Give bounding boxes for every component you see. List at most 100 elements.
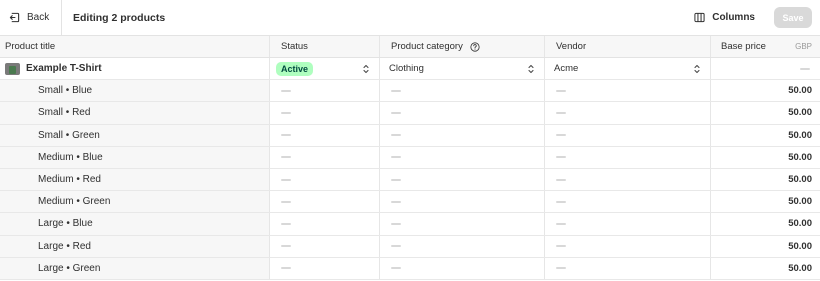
empty-placeholder bbox=[281, 178, 291, 181]
category-cell bbox=[380, 124, 545, 146]
column-header-title[interactable]: Product title bbox=[0, 36, 270, 57]
category-cell bbox=[380, 80, 545, 102]
variant-row: Small • Blue 50.00 bbox=[0, 80, 820, 103]
product-row: Example T-Shirt Active Clothing Acme bbox=[0, 58, 820, 81]
price-value: 50.00 bbox=[788, 85, 812, 97]
columns-label: Columns bbox=[712, 12, 755, 23]
variant-title: Large • Green bbox=[0, 257, 270, 279]
save-button[interactable]: Save bbox=[774, 7, 812, 28]
empty-placeholder bbox=[556, 134, 566, 137]
vendor-cell bbox=[545, 80, 711, 102]
status-cell bbox=[270, 213, 380, 235]
empty-placeholder bbox=[281, 156, 291, 159]
variant-title: Medium • Green bbox=[0, 191, 270, 213]
price-cell[interactable]: 50.00 bbox=[711, 125, 820, 146]
product-thumbnail bbox=[5, 62, 20, 75]
empty-placeholder bbox=[556, 156, 566, 159]
status-cell bbox=[270, 257, 380, 279]
price-cell[interactable]: 50.00 bbox=[711, 147, 820, 168]
vendor-cell bbox=[545, 235, 711, 257]
category-cell bbox=[380, 168, 545, 191]
vendor-cell bbox=[545, 191, 711, 213]
empty-placeholder bbox=[556, 200, 566, 203]
price-cell[interactable]: 50.00 bbox=[711, 236, 820, 257]
bulk-edit-grid: Product title Status Product category Ve… bbox=[0, 36, 820, 280]
column-header-vendor[interactable]: Vendor bbox=[545, 36, 711, 57]
status-select[interactable]: Active bbox=[270, 58, 380, 80]
empty-placeholder bbox=[556, 245, 566, 248]
columns-button[interactable]: Columns bbox=[694, 12, 755, 23]
price-cell[interactable]: 50.00 bbox=[711, 102, 820, 123]
page-title: Editing 2 products bbox=[73, 11, 166, 24]
empty-placeholder bbox=[556, 267, 566, 270]
product-title-cell[interactable]: Example T-Shirt bbox=[0, 58, 270, 80]
empty-placeholder bbox=[800, 67, 810, 70]
vendor-cell bbox=[545, 168, 711, 191]
price-value: 50.00 bbox=[788, 262, 812, 274]
price-value: 50.00 bbox=[788, 151, 812, 163]
price-value: 50.00 bbox=[788, 107, 812, 119]
select-chevron-icon bbox=[528, 64, 534, 73]
column-header-category[interactable]: Product category bbox=[380, 36, 545, 57]
column-header-price-label: Base price bbox=[721, 41, 766, 52]
vendor-cell bbox=[545, 124, 711, 146]
variant-title: Large • Red bbox=[0, 235, 270, 257]
vendor-select[interactable]: Acme bbox=[545, 58, 711, 80]
vendor-cell bbox=[545, 213, 711, 235]
variant-title: Small • Green bbox=[0, 124, 270, 146]
status-cell bbox=[270, 102, 380, 124]
columns-icon bbox=[694, 12, 705, 23]
column-header-category-label: Product category bbox=[391, 41, 463, 52]
empty-placeholder bbox=[391, 134, 401, 137]
category-cell bbox=[380, 213, 545, 235]
top-bar: Back Editing 2 products Columns Save bbox=[0, 0, 820, 36]
category-cell bbox=[380, 235, 545, 257]
price-cell[interactable]: 50.00 bbox=[711, 191, 820, 212]
price-cell[interactable]: 50.00 bbox=[711, 169, 820, 190]
status-cell bbox=[270, 235, 380, 257]
empty-placeholder bbox=[281, 89, 291, 92]
status-cell bbox=[270, 191, 380, 213]
category-cell bbox=[380, 191, 545, 213]
variant-row: Small • Red 50.00 bbox=[0, 102, 820, 125]
empty-placeholder bbox=[391, 111, 401, 114]
price-cell[interactable] bbox=[711, 58, 820, 79]
product-title: Example T-Shirt bbox=[26, 63, 102, 75]
empty-placeholder bbox=[556, 111, 566, 114]
price-value: 50.00 bbox=[788, 196, 812, 208]
empty-placeholder bbox=[281, 134, 291, 137]
column-header-price[interactable]: Base price GBP bbox=[711, 36, 820, 57]
price-value: 50.00 bbox=[788, 129, 812, 141]
variant-row: Large • Red 50.00 bbox=[0, 235, 820, 258]
empty-placeholder bbox=[281, 245, 291, 248]
variant-title: Small • Red bbox=[0, 102, 270, 124]
category-select[interactable]: Clothing bbox=[380, 58, 545, 80]
empty-placeholder bbox=[391, 89, 401, 92]
status-cell bbox=[270, 124, 380, 146]
price-value: 50.00 bbox=[788, 240, 812, 252]
status-cell bbox=[270, 168, 380, 191]
variant-row: Medium • Green 50.00 bbox=[0, 191, 820, 214]
vendor-cell bbox=[545, 146, 711, 168]
help-icon[interactable] bbox=[470, 41, 480, 52]
table-body: Example T-Shirt Active Clothing Acme Sma… bbox=[0, 58, 820, 280]
header-row: Product title Status Product category Ve… bbox=[0, 36, 820, 58]
price-cell[interactable]: 50.00 bbox=[711, 80, 820, 101]
price-value: 50.00 bbox=[788, 174, 812, 186]
variant-row: Small • Green 50.00 bbox=[0, 124, 820, 147]
variant-title: Large • Blue bbox=[0, 213, 270, 235]
empty-placeholder bbox=[281, 267, 291, 270]
price-cell[interactable]: 50.00 bbox=[711, 258, 820, 279]
empty-placeholder bbox=[281, 222, 291, 225]
exit-icon bbox=[9, 12, 20, 23]
variant-title: Small • Blue bbox=[0, 80, 270, 102]
price-cell[interactable]: 50.00 bbox=[711, 213, 820, 234]
vendor-cell bbox=[545, 102, 711, 124]
select-chevron-icon bbox=[694, 64, 700, 73]
empty-placeholder bbox=[391, 222, 401, 225]
back-button[interactable]: Back bbox=[0, 0, 62, 36]
category-cell bbox=[380, 257, 545, 279]
column-header-status[interactable]: Status bbox=[270, 36, 380, 57]
vendor-value: Acme bbox=[554, 63, 579, 75]
back-label: Back bbox=[27, 12, 50, 23]
